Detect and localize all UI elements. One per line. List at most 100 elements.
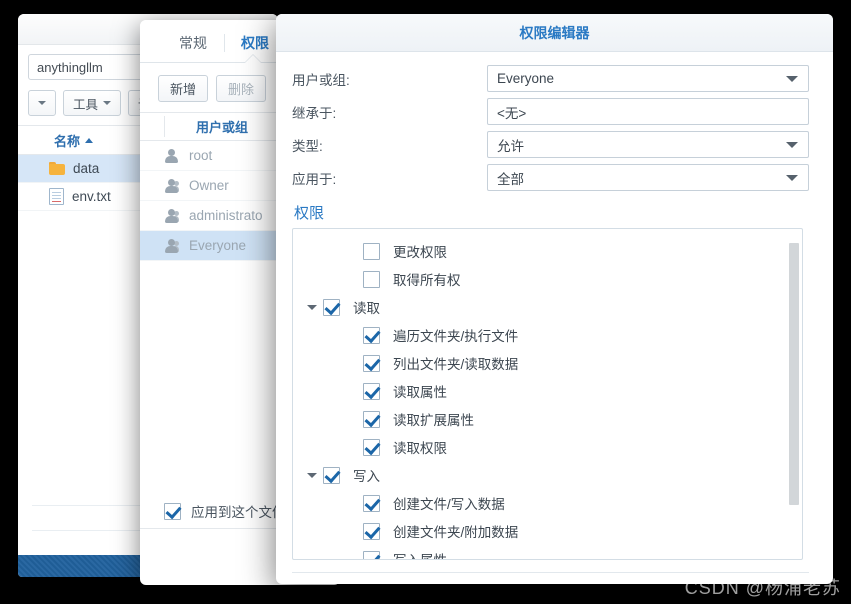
permission-label: 创建文件夹/附加数据	[393, 525, 519, 540]
permission-editor-titlebar: 权限编辑器	[276, 14, 833, 52]
inherited-from-field[interactable]: <无>	[487, 98, 809, 125]
user-icon	[164, 148, 179, 163]
field-label-apply-to: 应用于:	[292, 171, 337, 187]
user-or-group-value: Everyone	[497, 71, 555, 86]
chevron-down-icon	[103, 101, 112, 105]
permission-checkbox[interactable]	[363, 326, 380, 344]
permission-row[interactable]: 读取权限	[293, 433, 802, 461]
tab-permissions-label: 权限	[241, 35, 269, 51]
chevron-down-icon	[786, 141, 798, 148]
apply-to-value: 全部	[497, 171, 524, 187]
permission-row[interactable]: 写入属性	[293, 545, 802, 559]
file-row-label: env.txt	[72, 189, 111, 204]
apply-to-select[interactable]: 全部	[487, 164, 809, 191]
permission-row[interactable]: 创建文件夹/附加数据	[293, 517, 802, 545]
permission-label: 取得所有权	[393, 273, 461, 288]
user-row-label: Everyone	[189, 238, 247, 253]
field-row-apply-to: 应用于: 全部	[292, 161, 809, 194]
folder-icon	[49, 162, 65, 175]
page-title: 权限编辑器	[519, 24, 590, 41]
screen: anythingllm 工具 设 名称 data env.txt	[0, 0, 851, 604]
expand-collapse-icon[interactable]	[305, 304, 319, 310]
permissions-list: 更改权限取得所有权 读取 遍历文件夹/执行文件 列出文件夹/读取数据 读取属性读取扩展属…	[292, 228, 803, 560]
permission-row[interactable]: 取得所有权	[293, 265, 802, 293]
permission-row[interactable]: 读取扩展属性	[293, 405, 802, 433]
permission-row[interactable]: 更改权限	[293, 237, 802, 265]
permission-checkbox[interactable]	[363, 438, 380, 456]
delete-button[interactable]: 删除	[216, 75, 267, 102]
permission-row[interactable]: 读取属性	[293, 377, 802, 405]
permission-label: 创建文件/写入数据	[393, 497, 505, 512]
group-icon	[164, 178, 179, 193]
permission-label: 读取	[353, 301, 380, 316]
field-row-type: 类型: 允许	[292, 128, 809, 161]
apply-to-file-label: 应用到这个文件	[191, 505, 286, 520]
permission-label: 读取扩展属性	[393, 413, 474, 428]
field-row-user-or-group: 用户或组: Everyone	[292, 62, 809, 95]
permission-label: 列出文件夹/读取数据	[393, 357, 519, 372]
file-row-label: data	[73, 161, 100, 176]
active-tab-pointer-icon	[245, 55, 261, 63]
chevron-down-icon	[38, 101, 46, 105]
permission-checkbox[interactable]	[363, 494, 380, 512]
permission-editor-footer: 确定 关闭	[292, 573, 809, 584]
text-file-icon	[49, 188, 64, 205]
permission-label: 写入	[353, 469, 380, 484]
inherited-from-value: <无>	[497, 105, 527, 121]
user-row-label: Owner	[189, 178, 229, 193]
permission-row[interactable]: 遍历文件夹/执行文件	[293, 321, 802, 349]
type-value: 允许	[497, 138, 524, 154]
user-row-label: administrato	[189, 208, 263, 223]
delete-button-label: 删除	[228, 82, 255, 97]
tab-general[interactable]: 常规	[162, 33, 224, 62]
permission-label: 读取权限	[393, 441, 447, 456]
apply-to-file-checkbox-row[interactable]: 应用到这个文件	[164, 501, 286, 521]
permission-label: 读取属性	[393, 385, 447, 400]
permission-row[interactable]: 写入	[293, 461, 802, 489]
expand-collapse-icon[interactable]	[305, 472, 319, 478]
permissions-scrollbar-thumb[interactable]	[789, 243, 799, 505]
sort-ascending-icon	[85, 137, 94, 143]
user-group-column-header-label: 用户或组	[196, 120, 249, 135]
field-label-inherited-from: 继承于:	[292, 105, 337, 121]
permission-label: 更改权限	[393, 245, 447, 260]
chevron-down-icon	[786, 75, 798, 82]
add-button-label: 新增	[170, 82, 197, 97]
permission-row[interactable]: 读取	[293, 293, 802, 321]
permissions-section-title: 权限	[294, 205, 325, 222]
field-label-type: 类型:	[292, 138, 323, 154]
field-row-inherited-from: 继承于: <无>	[292, 95, 809, 128]
permission-checkbox[interactable]	[323, 298, 340, 316]
tools-button-label: 工具	[73, 97, 99, 112]
group-icon	[164, 238, 179, 253]
permissions-scrollbar[interactable]	[789, 232, 799, 556]
user-or-group-select[interactable]: Everyone	[487, 65, 809, 92]
permission-label: 遍历文件夹/执行文件	[393, 329, 519, 344]
permission-checkbox[interactable]	[363, 242, 380, 260]
permission-checkbox[interactable]	[363, 270, 380, 288]
add-button[interactable]: 新增	[158, 75, 209, 102]
field-label-user-or-group: 用户或组:	[292, 72, 350, 88]
permission-editor-dialog: 权限编辑器 用户或组: Everyone 继承于: <无> 类型: 允许 应用于…	[276, 14, 833, 584]
chevron-down-icon	[786, 174, 798, 181]
permission-editor-body: 用户或组: Everyone 继承于: <无> 类型: 允许 应用于: 全部 权…	[276, 52, 833, 584]
tools-button[interactable]: 工具	[63, 90, 122, 116]
permission-checkbox[interactable]	[363, 410, 380, 428]
permission-checkbox[interactable]	[363, 550, 380, 559]
tab-general-label: 常规	[179, 35, 207, 51]
column-header-name-label: 名称	[54, 133, 81, 149]
type-select[interactable]: 允许	[487, 131, 809, 158]
group-icon	[164, 208, 179, 223]
permission-label: 写入属性	[393, 549, 447, 559]
user-row-label: root	[189, 148, 213, 163]
permission-row[interactable]: 列出文件夹/读取数据	[293, 349, 802, 377]
permission-checkbox[interactable]	[363, 354, 380, 372]
permission-checkbox[interactable]	[363, 382, 380, 400]
toolbar-dropdown-button[interactable]	[28, 90, 56, 116]
permissions-list-body: 更改权限取得所有权 读取 遍历文件夹/执行文件 列出文件夹/读取数据 读取属性读取扩展属…	[293, 229, 802, 559]
permission-checkbox[interactable]	[363, 522, 380, 540]
apply-to-file-checkbox[interactable]	[164, 502, 181, 520]
path-value: anythingllm	[37, 59, 103, 75]
permission-checkbox[interactable]	[323, 466, 340, 484]
permission-row[interactable]: 创建文件/写入数据	[293, 489, 802, 517]
